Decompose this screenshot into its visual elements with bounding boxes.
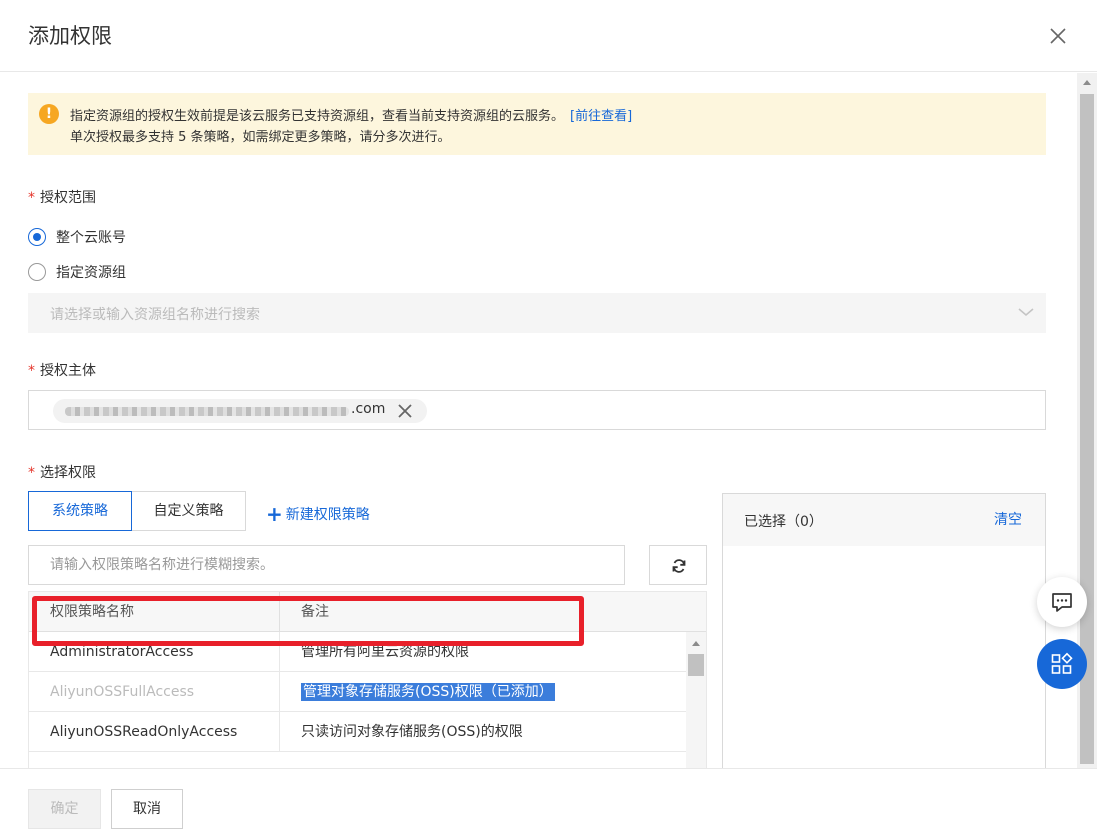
table-row[interactable]: AliyunOSSFullAccess 管理对象存储服务(OSS)权限（已添加） — [29, 672, 686, 712]
policy-name-cell: AdministratorAccess — [29, 632, 280, 672]
chat-icon — [1052, 593, 1072, 612]
radio-button-checked[interactable] — [28, 228, 46, 246]
alert-message: 指定资源组的授权生效前提是该云服务已支持资源组，查看当前支持资源组的云服务。 — [70, 109, 565, 124]
selected-panel-header: 已选择（0） 清空 — [723, 494, 1045, 546]
scroll-up-icon[interactable] — [1083, 80, 1091, 85]
plus-icon: + — [266, 502, 283, 526]
tab-system-policy[interactable]: 系统策略 — [28, 491, 132, 531]
required-marker: * — [28, 363, 35, 379]
table-header: 权限策略名称 备注 — [29, 592, 706, 632]
principal-input[interactable]: .com — [28, 390, 1046, 430]
principal-label-text: 授权主体 — [40, 363, 96, 379]
close-icon[interactable] — [1046, 24, 1070, 48]
selected-policies-panel: 已选择（0） 清空 — [722, 493, 1046, 768]
resource-group-select: 请选择或输入资源组名称进行搜索 — [28, 293, 1046, 333]
warning-icon: ! — [39, 104, 59, 124]
scroll-up-icon[interactable] — [692, 641, 700, 646]
refresh-button[interactable] — [649, 545, 707, 585]
permissions-label: * 选择权限 — [28, 462, 96, 482]
radio-label: 指定资源组 — [56, 265, 126, 281]
scope-label: * 授权范围 — [28, 187, 96, 207]
clear-button[interactable]: 清空 — [994, 509, 1022, 529]
policy-note-cell: 只读访问对象存储服务(OSS)的权限 — [301, 724, 523, 740]
required-marker: * — [28, 190, 35, 206]
principal-tag: .com — [53, 399, 427, 423]
principal-domain: .com — [351, 401, 386, 417]
redacted-email — [65, 407, 349, 416]
required-marker: * — [28, 465, 35, 481]
apps-button[interactable] — [1037, 639, 1087, 689]
policy-table: 权限策略名称 备注 AdministratorAccess 管理所有阿里云资源的… — [28, 591, 707, 768]
policy-name-cell: AliyunOSSReadOnlyAccess — [29, 712, 280, 752]
scrollbar-thumb[interactable] — [688, 654, 704, 676]
permissions-label-text: 选择权限 — [40, 465, 96, 481]
chevron-down-icon — [1018, 305, 1034, 319]
view-supported-services-link[interactable]: [前往查看] — [570, 109, 632, 124]
column-header-note: 备注 — [301, 604, 329, 620]
policy-note-cell: 管理对象存储服务(OSS)权限（已添加） — [280, 672, 686, 712]
policy-search-input[interactable]: 请输入权限策略名称进行模糊搜索。 — [28, 545, 625, 585]
scope-label-text: 授权范围 — [40, 190, 96, 206]
table-row[interactable]: AdministratorAccess 管理所有阿里云资源的权限 — [29, 632, 686, 672]
cancel-button[interactable]: 取消 — [111, 789, 183, 829]
alert-text-line1: 指定资源组的授权生效前提是该云服务已支持资源组，查看当前支持资源组的云服务。 [前… — [70, 105, 632, 124]
radio-whole-account[interactable]: 整个云账号 — [28, 227, 126, 247]
dialog-footer: 确定 取消 — [0, 768, 1097, 836]
dialog-header: 添加权限 — [0, 0, 1097, 72]
alert-text-line2: 单次授权最多支持 5 条策略，如需绑定更多策略，请分多次进行。 — [70, 130, 451, 145]
selected-text-highlight: 管理对象存储服务(OSS)权限（已添加） — [301, 683, 555, 701]
apps-icon — [1051, 652, 1073, 674]
table-scrollbar[interactable] — [686, 632, 706, 768]
remove-tag-icon[interactable] — [397, 403, 413, 419]
refresh-icon — [672, 559, 686, 573]
policy-name-cell: AliyunOSSFullAccess — [29, 672, 280, 712]
resource-group-placeholder: 请选择或输入资源组名称进行搜索 — [50, 307, 260, 323]
new-policy-label: 新建权限策略 — [285, 507, 370, 523]
add-permission-dialog: 添加权限 ! 指定资源组的授权生效前提是该云服务已支持资源组，查看当前支持资源组… — [0, 0, 1097, 836]
policy-note-cell: 管理所有阿里云资源的权限 — [301, 644, 469, 660]
tab-custom-policy[interactable]: 自定义策略 — [131, 491, 246, 531]
info-alert: ! 指定资源组的授权生效前提是该云服务已支持资源组，查看当前支持资源组的云服务。… — [28, 93, 1046, 155]
dialog-body: ! 指定资源组的授权生效前提是该云服务已支持资源组，查看当前支持资源组的云服务。… — [0, 73, 1077, 768]
table-row[interactable]: AliyunOSSReadOnlyAccess 只读访问对象存储服务(OSS)的… — [29, 712, 686, 752]
selected-count: 已选择（0） — [744, 514, 823, 530]
principal-label: * 授权主体 — [28, 360, 96, 380]
dialog-title: 添加权限 — [28, 24, 112, 48]
new-policy-link[interactable]: + 新建权限策略 — [266, 502, 370, 526]
confirm-button[interactable]: 确定 — [28, 789, 101, 829]
column-header-policy-name: 权限策略名称 — [29, 592, 280, 632]
radio-label: 整个云账号 — [56, 230, 126, 246]
radio-button[interactable] — [28, 263, 46, 281]
chat-feedback-button[interactable] — [1037, 577, 1087, 627]
radio-resource-group[interactable]: 指定资源组 — [28, 262, 126, 282]
